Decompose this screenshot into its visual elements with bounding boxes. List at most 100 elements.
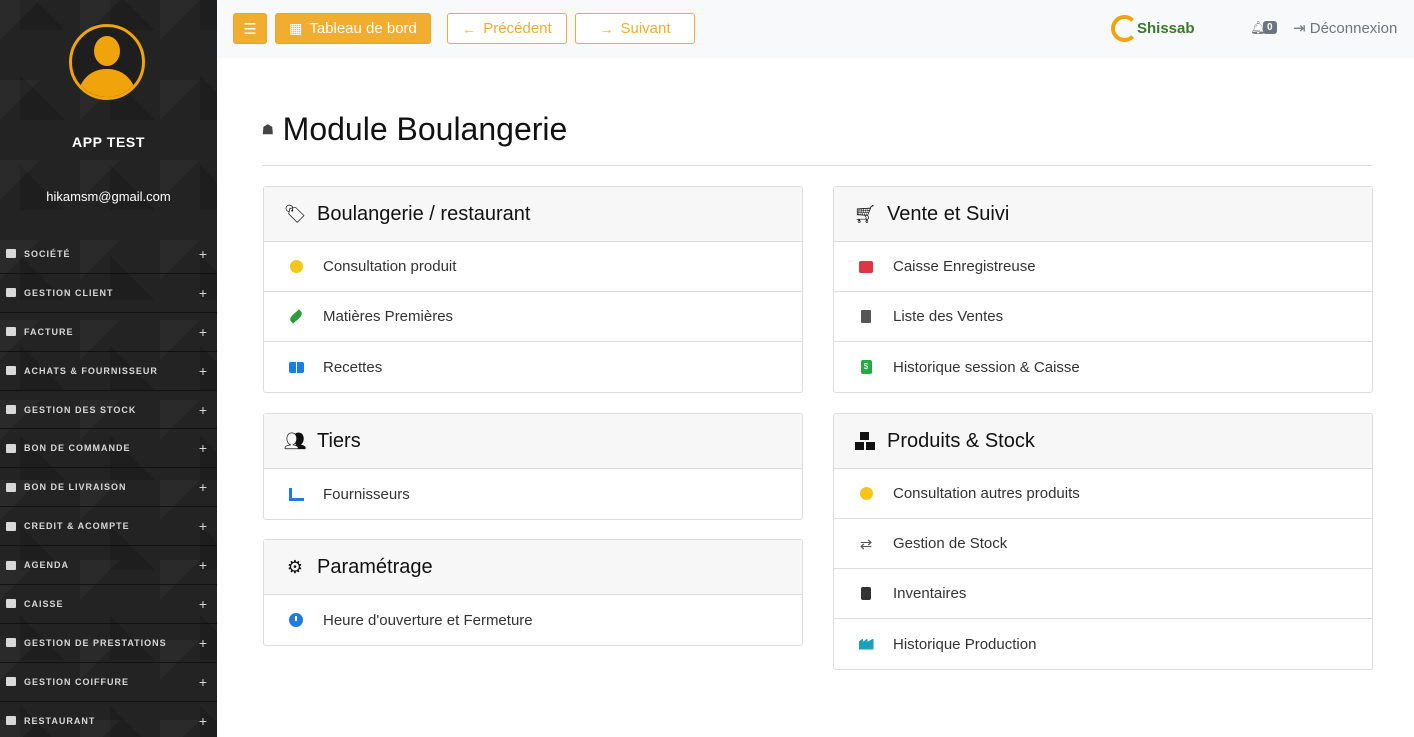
- arrow-left-icon: ←: [462, 20, 477, 37]
- link-consultation-produit[interactable]: Consultation produit: [264, 242, 802, 292]
- bank-icon: [6, 599, 16, 609]
- brand-logo[interactable]: Shissab: [1111, 14, 1206, 44]
- card-produits-stock: Produits & Stock Consultation autres pro…: [833, 413, 1373, 670]
- expand-icon: +: [198, 479, 207, 496]
- sidebar-item-restaurant[interactable]: RESTAURANT +: [0, 702, 217, 737]
- list-item-label: Recettes: [323, 358, 383, 376]
- receipt-icon: [858, 309, 874, 325]
- page-title-text: Module Boulangerie: [282, 111, 568, 147]
- card-title: Paramétrage: [317, 555, 433, 578]
- title-divider: [262, 165, 1373, 166]
- users-icon: 👥︎: [283, 430, 307, 451]
- card-header: 🏷︎ Boulangerie / restaurant: [264, 187, 802, 242]
- sidebar-item-achats[interactable]: ACHATS & FOURNISSEUR +: [0, 352, 217, 391]
- card-title: Produits & Stock: [887, 429, 1035, 452]
- credit-card-icon: [6, 521, 16, 531]
- sidebar-item-label: GESTION COIFFURE: [24, 676, 130, 687]
- sidebar-item-agenda[interactable]: AGENDA +: [0, 546, 217, 586]
- cogs-icon: ⚙︎: [286, 556, 304, 577]
- top-navbar: ☰ ▦ Tableau de bord ← Précédent → Suivan…: [217, 0, 1414, 58]
- sign-out-icon: ⇥: [1293, 20, 1306, 37]
- link-heure-ouverture[interactable]: Heure d'ouverture et Fermeture: [264, 595, 802, 645]
- sidebar-item-label: AGENDA: [24, 560, 70, 571]
- menu-toggle-button[interactable]: ☰: [233, 13, 267, 44]
- link-recettes[interactable]: Recettes: [264, 342, 802, 392]
- expand-icon: +: [198, 595, 207, 612]
- sidebar-item-label: RESTAURANT: [24, 715, 96, 726]
- clock-icon: [288, 612, 304, 628]
- previous-button[interactable]: ← Précédent: [447, 13, 567, 44]
- link-caisse-enregistreuse[interactable]: Caisse Enregistreuse: [834, 242, 1372, 292]
- avatar[interactable]: [69, 24, 145, 100]
- sidebar-item-stock[interactable]: GESTION DES STOCK +: [0, 391, 217, 430]
- expand-icon: +: [198, 323, 207, 340]
- list-item-label: Liste des Ventes: [893, 308, 1004, 325]
- link-inventaires[interactable]: Inventaires: [834, 569, 1372, 619]
- list-item-label: Consultation produit: [323, 258, 457, 275]
- utensils-icon: [6, 716, 16, 726]
- sidebar-item-bon-livraison[interactable]: BON DE LIVRAISON +: [0, 468, 217, 508]
- previous-label: Précédent: [483, 20, 552, 37]
- card-header: ⚙︎ Paramétrage: [264, 540, 802, 595]
- expand-icon: +: [198, 440, 207, 457]
- invoice-dollar-icon: $: [858, 359, 874, 375]
- shopping-cart-icon: 🛒︎: [853, 203, 877, 224]
- boxes-icon: [853, 431, 877, 451]
- file-icon: [6, 327, 16, 337]
- card-title: Vente et Suivi: [887, 202, 1010, 225]
- sidebar-item-prestations[interactable]: GESTION DE PRESTATIONS +: [0, 624, 217, 663]
- next-button[interactable]: → Suivant: [575, 13, 695, 44]
- truck-icon: [6, 482, 16, 492]
- sidebar-item-societe[interactable]: SOCIÉTÉ +: [0, 235, 217, 274]
- sidebar-item-label: BON DE LIVRAISON: [24, 482, 127, 493]
- expand-icon: +: [198, 362, 207, 379]
- sidebar-item-gestion-client[interactable]: GESTION CLIENT +: [0, 274, 217, 313]
- link-liste-ventes[interactable]: Liste des Ventes: [834, 292, 1372, 342]
- expand-icon: +: [198, 634, 207, 651]
- exchange-icon: ⇄: [859, 535, 873, 553]
- link-matieres-premieres[interactable]: Matières Premières: [264, 292, 802, 342]
- database-icon: [6, 405, 16, 414]
- tags-icon: 🏷︎: [283, 203, 307, 224]
- list-item-label: Caisse Enregistreuse: [893, 258, 1036, 275]
- sidebar-item-coiffure[interactable]: GESTION COIFFURE +: [0, 663, 217, 702]
- leaf-icon: [288, 309, 304, 325]
- dashboard-label: Tableau de bord: [309, 20, 417, 37]
- sidebar-item-label: FACTURE: [24, 326, 74, 337]
- book-icon: [288, 359, 304, 375]
- building-icon: [6, 249, 16, 259]
- dashboard-button[interactable]: ▦ Tableau de bord: [275, 13, 431, 44]
- arrow-right-icon: →: [599, 20, 614, 37]
- sidebar-item-credit[interactable]: CREDIT & ACOMPTE +: [0, 507, 217, 547]
- notification-badge: 0: [1263, 21, 1277, 34]
- calendar-icon: [6, 560, 16, 570]
- expand-icon: +: [198, 518, 207, 535]
- link-gestion-stock[interactable]: ⇄ Gestion de Stock: [834, 519, 1372, 569]
- bars-icon: ☰: [243, 20, 257, 38]
- card-header: Produits & Stock: [834, 414, 1372, 469]
- cash-register-icon: [858, 259, 874, 275]
- list-item-label: Historique session & Caisse: [893, 358, 1080, 376]
- next-label: Suivant: [620, 20, 671, 37]
- clipboard-icon: [858, 586, 874, 602]
- cookie-icon: [858, 486, 874, 502]
- sidebar-item-caisse[interactable]: CAISSE +: [0, 585, 217, 624]
- sidebar-item-label: SOCIÉTÉ: [24, 248, 71, 259]
- sidebar-item-label: GESTION DE PRESTATIONS: [24, 637, 167, 648]
- card-header: 👥︎ Tiers: [264, 414, 802, 469]
- sidebar-item-facture[interactable]: FACTURE +: [0, 313, 217, 352]
- bread-icon: ☗: [262, 121, 274, 137]
- profile-section: APP TEST hikamsm@gmail.com: [0, 0, 217, 235]
- list-item-label: Fournisseurs: [323, 485, 410, 503]
- logout-link[interactable]: ⇥ Déconnexion: [1293, 19, 1397, 37]
- link-historique-session[interactable]: $ Historique session & Caisse: [834, 342, 1372, 392]
- sidebar: APP TEST hikamsm@gmail.com SOCIÉTÉ + GEST…: [0, 0, 217, 737]
- link-fournisseurs[interactable]: Fournisseurs: [264, 469, 802, 519]
- list-item-label: Inventaires: [893, 585, 967, 602]
- logout-label: Déconnexion: [1309, 20, 1398, 37]
- sidebar-item-bon-commande[interactable]: BON DE COMMANDE +: [0, 429, 217, 469]
- card-parametrage: ⚙︎ Paramétrage Heure d'ouverture et Ferm…: [263, 539, 803, 646]
- link-consultation-autres-produits[interactable]: Consultation autres produits: [834, 469, 1372, 519]
- logo-text: Shissab: [1137, 20, 1195, 37]
- link-historique-production[interactable]: Historique Production: [834, 619, 1372, 669]
